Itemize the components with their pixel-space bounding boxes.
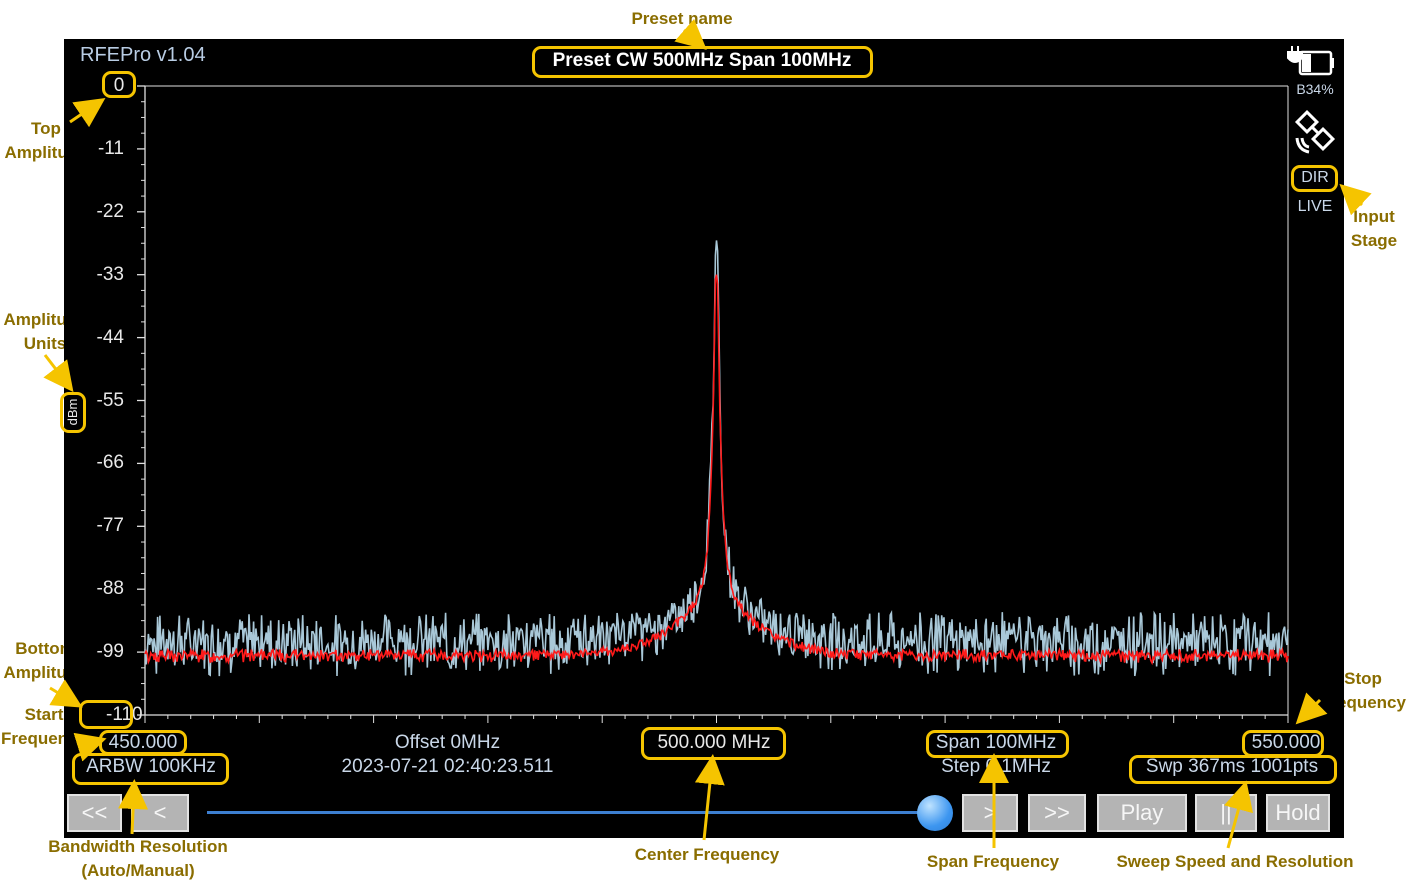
highlight-span	[926, 730, 1069, 758]
highlight-rbw	[72, 753, 229, 785]
first-button[interactable]: <<	[67, 794, 122, 832]
play-button[interactable]: Play	[1097, 794, 1187, 832]
next-button[interactable]: >	[962, 794, 1018, 832]
hold-button[interactable]: Hold	[1266, 794, 1330, 832]
step-frequency: Step 0.1MHz	[941, 756, 1051, 777]
highlight-bottom-amplitude	[79, 700, 133, 729]
highlight-stop-frequency	[1242, 730, 1324, 757]
highlight-input-stage	[1291, 165, 1338, 192]
prev-button[interactable]: <	[131, 794, 189, 832]
last-button[interactable]: >>	[1028, 794, 1086, 832]
highlight-center-frequency	[641, 727, 786, 760]
highlight-start-frequency	[99, 730, 187, 755]
offset-label: Offset 0MHz	[394, 732, 501, 753]
highlight-sweep	[1129, 755, 1337, 784]
timestamp: 2023-07-21 02:40:23.511	[341, 756, 554, 777]
frequency-slider-thumb[interactable]	[917, 795, 953, 831]
highlight-preset-name	[532, 46, 873, 78]
highlight-top-amplitude	[102, 71, 136, 98]
trace-average-line	[144, 274, 1289, 666]
frequency-slider-track[interactable]	[207, 811, 947, 814]
pause-button[interactable]: ||	[1195, 794, 1257, 832]
trace-live-line	[144, 240, 1289, 677]
highlight-amplitude-units	[60, 392, 86, 433]
